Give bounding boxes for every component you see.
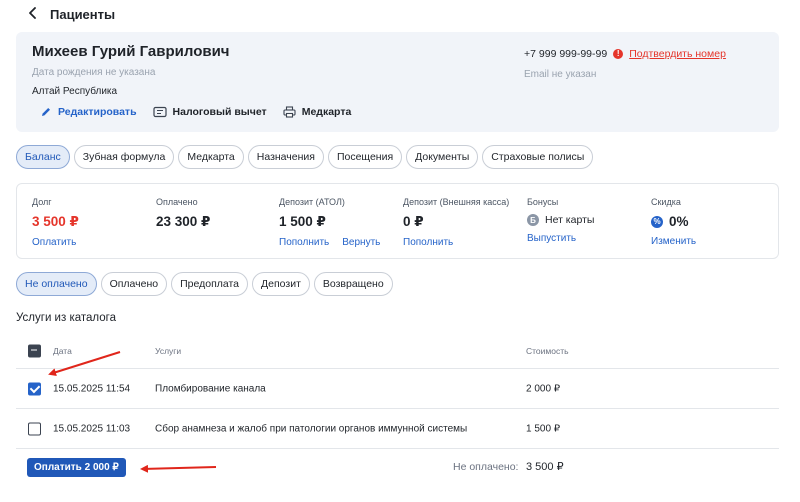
confirm-phone-link[interactable]: Подтвердить номер	[629, 48, 726, 60]
discount-label: Скидка	[651, 197, 681, 207]
bonus-value-row: Б Нет карты	[527, 214, 594, 226]
pencil-icon	[40, 106, 52, 118]
patient-tabs: Баланс Зубная формула Медкарта Назначени…	[16, 145, 594, 169]
deposit-ext-block: Депозит (Внешняя касса) 0 ₽ Пополнить	[403, 197, 509, 248]
tab-balance[interactable]: Баланс	[16, 145, 70, 169]
header-date: Дата	[53, 345, 72, 356]
section-title: Услуги из каталога	[16, 312, 116, 324]
filter-paid[interactable]: Оплачено	[100, 272, 168, 296]
patient-email: Email не указан	[524, 69, 597, 80]
deposit-atol-topup-link[interactable]: Пополнить	[279, 237, 329, 248]
tax-deduction-label: Налоговый вычет	[172, 106, 267, 118]
change-discount-link[interactable]: Изменить	[651, 236, 696, 247]
tab-documents[interactable]: Документы	[406, 145, 479, 169]
paid-label: Оплачено	[156, 197, 198, 207]
patient-region: Алтай Республика	[32, 86, 118, 97]
deposit-atol-refund-link[interactable]: Вернуть	[342, 237, 380, 248]
services-table: Дата Услуги Стоимость 15.05.2025 11:54 П…	[16, 333, 779, 449]
header-service: Услуги	[155, 345, 182, 356]
bonus-icon: Б	[527, 214, 539, 226]
issue-card-link[interactable]: Выпустить	[527, 233, 576, 244]
deposit-atol-block: Депозит (АТОЛ) 1 500 ₽ Пополнить Вернуть	[279, 197, 380, 248]
deposit-atol-label: Депозит (АТОЛ)	[279, 197, 345, 207]
row-checkbox[interactable]	[28, 422, 41, 435]
deposit-atol-value: 1 500 ₽	[279, 214, 326, 229]
annotation-arrow-pay-button	[140, 464, 217, 473]
warning-icon: !	[613, 49, 624, 59]
deposit-ext-label: Депозит (Внешняя касса)	[403, 197, 510, 207]
tab-dental-formula[interactable]: Зубная формула	[73, 145, 175, 169]
table-header-row: Дата Услуги Стоимость	[16, 333, 779, 369]
header-cost: Стоимость	[526, 345, 569, 356]
receipt-icon	[152, 106, 167, 118]
row-checkbox[interactable]	[28, 382, 41, 395]
row-service: Пломбирование канала	[155, 383, 266, 394]
filter-unpaid[interactable]: Не оплачено	[16, 272, 97, 296]
row-cost: 1 500 ₽	[526, 423, 561, 434]
table-row[interactable]: 15.05.2025 11:54 Пломбирование канала 2 …	[16, 369, 779, 409]
patient-actions: Редактировать Налоговый вычет Медкарта	[40, 106, 351, 118]
medcard-print-button[interactable]: Медкарта	[283, 106, 352, 118]
patient-phone: +7 999 999-99-99	[524, 48, 608, 60]
deposit-ext-topup-link[interactable]: Пополнить	[403, 237, 453, 248]
paid-value: 23 300 ₽	[156, 214, 211, 229]
patient-dob: Дата рождения не указана	[32, 67, 156, 78]
patient-name: Михеев Гурий Гаврилович	[32, 43, 230, 60]
discount-block: Скидка % 0% Изменить	[651, 197, 696, 247]
bonus-block: Бонусы Б Нет карты Выпустить	[527, 197, 594, 244]
row-service: Сбор анамнеза и жалоб при патологии орга…	[155, 423, 468, 434]
percent-icon: %	[651, 215, 663, 228]
patient-card: Михеев Гурий Гаврилович Дата рождения не…	[16, 32, 779, 132]
pay-debt-link[interactable]: Оплатить	[32, 237, 76, 248]
tab-medcard[interactable]: Медкарта	[178, 145, 244, 169]
unpaid-total-label: Не оплачено:	[453, 461, 519, 473]
filter-deposit[interactable]: Депозит	[252, 272, 310, 296]
edit-button[interactable]: Редактировать	[40, 106, 137, 118]
row-date: 15.05.2025 11:03	[53, 423, 131, 434]
tab-insurance[interactable]: Страховые полисы	[482, 145, 594, 169]
chevron-left-icon[interactable]	[28, 7, 38, 22]
bonus-value: Нет карты	[545, 214, 595, 226]
payment-status-filters: Не оплачено Оплачено Предоплата Депозит …	[16, 272, 393, 296]
edit-button-label: Редактировать	[58, 106, 137, 118]
discount-value: 0%	[669, 214, 689, 229]
tab-prescriptions[interactable]: Назначения	[247, 145, 324, 169]
tab-visits[interactable]: Посещения	[327, 145, 403, 169]
paid-block: Оплачено 23 300 ₽	[156, 197, 210, 230]
patient-phone-row: +7 999 999-99-99 ! Подтвердить номер	[524, 48, 726, 60]
medcard-print-label: Медкарта	[301, 106, 352, 118]
pay-selected-button[interactable]: Оплатить 2 000 ₽	[27, 458, 126, 477]
discount-value-row: % 0%	[651, 214, 696, 229]
select-all-checkbox[interactable]	[28, 344, 41, 357]
deposit-ext-value: 0 ₽	[403, 214, 424, 229]
row-cost: 2 000 ₽	[526, 383, 561, 394]
page-header: Пациенты	[28, 7, 115, 22]
filter-prepayment[interactable]: Предоплата	[171, 272, 249, 296]
filter-refunded[interactable]: Возвращено	[313, 272, 393, 296]
page-title: Пациенты	[50, 7, 116, 22]
debt-value: 3 500 ₽	[32, 214, 79, 229]
row-date: 15.05.2025 11:54	[53, 383, 131, 394]
balance-summary: Долг 3 500 ₽ Оплатить Оплачено 23 300 ₽ …	[16, 183, 779, 259]
unpaid-total-value: 3 500 ₽	[526, 461, 564, 473]
tax-deduction-button[interactable]: Налоговый вычет	[152, 106, 267, 118]
debt-label: Долг	[32, 197, 52, 207]
bonus-label: Бонусы	[527, 197, 559, 207]
debt-block: Долг 3 500 ₽ Оплатить	[32, 197, 79, 248]
printer-icon	[283, 106, 296, 118]
table-row[interactable]: 15.05.2025 11:03 Сбор анамнеза и жалоб п…	[16, 409, 779, 449]
